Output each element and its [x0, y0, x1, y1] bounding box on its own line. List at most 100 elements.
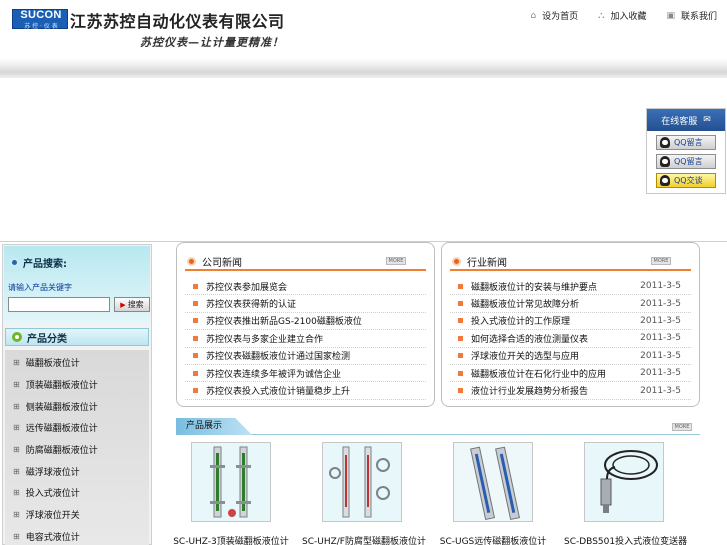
bookmark-icon: ⛬	[598, 10, 605, 21]
category-item[interactable]: ⊞ 浮球液位开关	[5, 504, 149, 526]
category-title: 产品分类	[27, 333, 67, 345]
news-date: 2011-3-5	[640, 350, 681, 361]
sidebar: 产品搜索: 请输入产品关键字 ▶ 搜索 产品分类 ⊞ 磁翻板液位计 ⊞ 顶装磁翻板液…	[2, 244, 152, 545]
category-label: 投入式液位计	[25, 489, 80, 500]
qq-icon	[660, 156, 670, 167]
category-item[interactable]: ⊞ 顶装磁翻板液位计	[5, 374, 149, 396]
news-item[interactable]: 苏控仪表磁翻板液位计通过国家检测	[185, 348, 426, 365]
mail-icon: ✉	[703, 115, 711, 125]
panel-title-text: 行业新闻	[467, 257, 507, 269]
plus-icon: ⊞	[13, 445, 20, 455]
bullet-icon	[452, 256, 461, 266]
news-item[interactable]: 苏控仪表与多家企业建立合作	[185, 330, 426, 348]
company-news-panel: 公司新闻 MORE 苏控仪表参加展览会 苏控仪表获得新的认证 苏控仪表推出新品G…	[176, 242, 435, 407]
news-title: 苏控仪表与多家企业建立合作	[206, 334, 324, 345]
news-title: 苏控仪表连续多年被评为诚信企业	[206, 369, 342, 380]
panel-header: 行业新闻 MORE	[450, 253, 691, 271]
category-list: ⊞ 磁翻板液位计 ⊞ 顶装磁翻板液位计 ⊞ 侧装磁翻板液位计 ⊞ 远传磁翻板液位计 ⊞ 防…	[5, 350, 149, 545]
more-button[interactable]: MORE	[386, 257, 406, 265]
nav-set-homepage[interactable]: ⌂ 设为首页	[530, 9, 579, 23]
news-date: 2011-3-5	[640, 368, 681, 379]
product-card[interactable]: SC-UHZ-3顶装磁翻板液位计	[171, 442, 291, 545]
qq-button-label: QQ留言	[674, 157, 703, 166]
news-date: 2011-3-5	[640, 281, 681, 292]
square-bullet-icon	[193, 283, 198, 289]
search-input[interactable]	[8, 297, 110, 312]
logo-text: SUCON	[20, 9, 62, 21]
square-bullet-icon	[193, 318, 198, 324]
news-date: 2011-3-5	[640, 333, 681, 344]
news-title: 苏控仪表获得新的认证	[206, 300, 297, 311]
news-title: 苏控仪表推出新品GS-2100磁翻板液位	[206, 317, 362, 328]
news-item[interactable]: 苏控仪表投入式液位计销量稳步上升	[185, 382, 426, 400]
search-title: 产品搜索:	[10, 255, 67, 270]
product-search: 产品搜索: 请输入产品关键字 ▶ 搜索	[4, 246, 150, 324]
nav-add-favorite[interactable]: ⛬ 加入收藏	[598, 9, 647, 23]
square-bullet-icon	[458, 335, 463, 341]
category-label: 顶装磁翻板液位计	[25, 381, 98, 392]
square-bullet-icon	[458, 353, 463, 359]
news-item[interactable]: 苏控仪表推出新品GS-2100磁翻板液位	[185, 313, 426, 331]
site-header: SUCON 苏 控 · 仪 表 江苏苏控自动化仪表有限公司 苏控仪表—让计量更精…	[0, 0, 727, 78]
category-label: 远传磁翻板液位计	[25, 424, 98, 435]
news-item[interactable]: 苏控仪表参加展览会	[185, 278, 426, 296]
service-header: 在线客服 ✉	[647, 109, 725, 131]
news-item[interactable]: 如何选择合适的液位测量仪表 2011-3-5	[450, 330, 691, 348]
products-tab[interactable]: 产品展示	[176, 418, 252, 435]
news-item[interactable]: 磁翻板液位计在石化行业中的应用 2011-3-5	[450, 365, 691, 383]
qq-message-button[interactable]: QQ留言	[656, 135, 716, 150]
slogan: 苏控仪表—让计量更精准！	[140, 36, 284, 49]
news-item[interactable]: 浮球液位开关的选型与应用 2011-3-5	[450, 348, 691, 365]
news-title: 浮球液位开关的选型与应用	[471, 352, 580, 363]
news-date: 2011-3-5	[640, 298, 681, 309]
category-item[interactable]: ⊞ 磁浮球液位计	[5, 460, 149, 482]
search-button[interactable]: ▶ 搜索	[114, 297, 150, 312]
category-item[interactable]: ⊞ 侧装磁翻板液位计	[5, 395, 149, 417]
news-item[interactable]: 液位计行业发展趋势分析报告 2011-3-5	[450, 382, 691, 400]
qq-message-button[interactable]: QQ留言	[656, 154, 716, 169]
plus-icon: ⊞	[13, 510, 20, 520]
news-title: 投入式液位计的工作原理	[471, 317, 571, 328]
product-card[interactable]: SC-UHZ/F防腐型磁翻板液位计	[302, 442, 426, 545]
logo[interactable]: SUCON 苏 控 · 仪 表	[12, 9, 68, 30]
category-item[interactable]: ⊞ 投入式液位计	[5, 482, 149, 504]
product-image	[191, 442, 271, 522]
product-name: SC-DBS501投入式液位变送器	[564, 537, 688, 545]
news-item[interactable]: 苏控仪表获得新的认证	[185, 295, 426, 313]
product-card[interactable]: SC-DBS501投入式液位变送器	[564, 442, 688, 545]
square-bullet-icon	[193, 388, 198, 394]
nav-label: 加入收藏	[610, 12, 647, 22]
panel-title: 行业新闻	[450, 254, 507, 269]
plus-icon: ⊞	[13, 380, 20, 390]
plus-icon: ⊞	[13, 531, 20, 541]
product-name: SC-UHZ/F防腐型磁翻板液位计	[302, 537, 426, 545]
product-image	[322, 442, 402, 522]
news-item[interactable]: 苏控仪表连续多年被评为诚信企业	[185, 365, 426, 383]
panel-title-text: 公司新闻	[202, 257, 242, 269]
contact-icon: ▣	[666, 10, 675, 21]
news-item[interactable]: 磁翻板液位计常见故障分析 2011-3-5	[450, 295, 691, 313]
category-item[interactable]: ⊞ 防腐磁翻板液位计	[5, 439, 149, 461]
online-service-widget: 在线客服 ✉ QQ留言 QQ留言 QQ交谈	[646, 108, 726, 194]
more-button[interactable]: MORE	[651, 257, 671, 265]
category-item[interactable]: ⊞ 远传磁翻板液位计	[5, 417, 149, 439]
category-item[interactable]: ⊞ 磁翻板液位计	[5, 352, 149, 374]
products-header: 产品展示 MORE	[176, 418, 700, 435]
news-item[interactable]: 投入式液位计的工作原理 2011-3-5	[450, 313, 691, 331]
news-title: 苏控仪表投入式液位计销量稳步上升	[206, 387, 351, 398]
product-image	[584, 442, 664, 522]
news-title: 磁翻板液位计的安装与维护要点	[471, 282, 598, 293]
square-bullet-icon	[193, 301, 198, 307]
product-card[interactable]: SC-UGS远传磁翻板液位计	[433, 442, 553, 545]
more-button[interactable]: MORE	[672, 423, 692, 431]
category-item[interactable]: ⊞ 电容式液位计	[5, 526, 149, 545]
search-title-text: 产品搜索:	[23, 259, 67, 270]
nav-label: 设为首页	[542, 12, 579, 22]
square-bullet-icon	[458, 370, 463, 376]
square-bullet-icon	[193, 353, 198, 359]
news-title: 苏控仪表磁翻板液位计通过国家检测	[206, 352, 351, 363]
transmitter-image	[585, 443, 663, 521]
qq-chat-button[interactable]: QQ交谈	[656, 173, 716, 188]
nav-contact[interactable]: ▣ 联系我们	[666, 9, 717, 23]
news-item[interactable]: 磁翻板液位计的安装与维护要点 2011-3-5	[450, 278, 691, 296]
